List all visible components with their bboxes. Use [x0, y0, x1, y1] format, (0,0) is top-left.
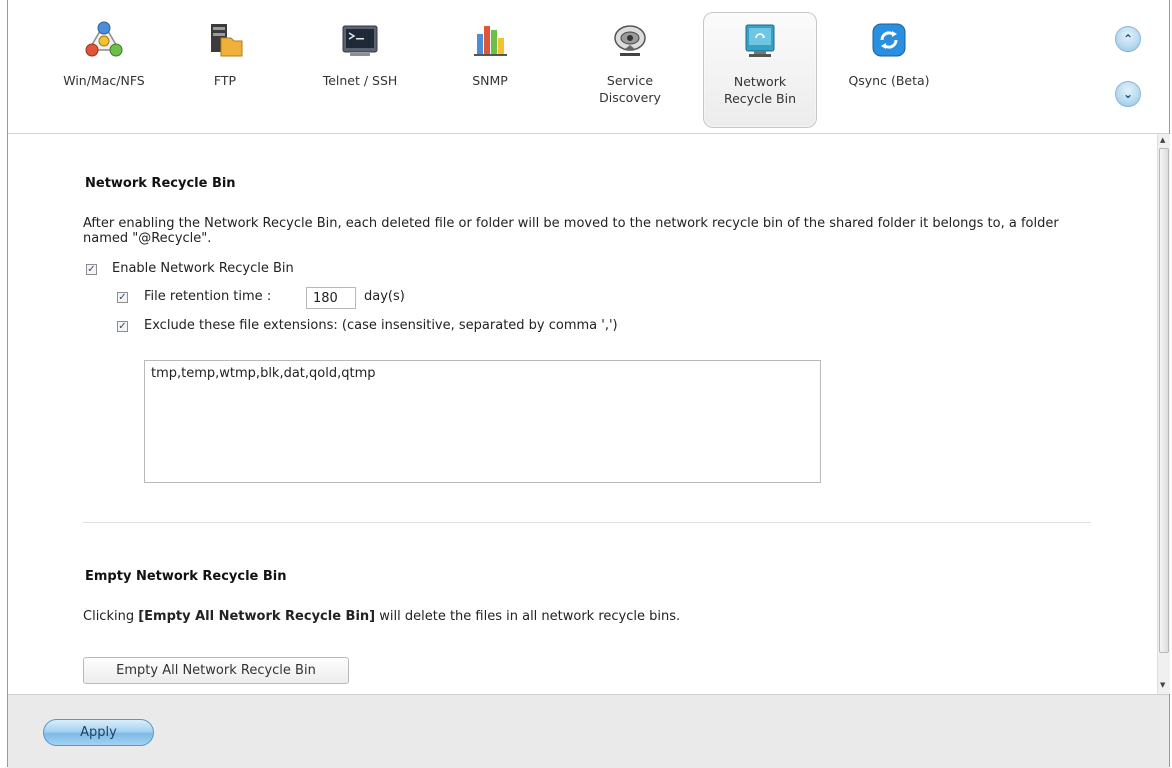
enable-recycle-bin-checkbox[interactable]: ✓ — [86, 264, 97, 275]
recycle-bin-icon — [740, 21, 780, 61]
excluded-extensions-textarea[interactable]: tmp,temp,wtmp,blk,dat,qold,qtmp — [144, 360, 821, 483]
footer-bar: Apply — [8, 694, 1169, 768]
recycle-description: After enabling the Network Recycle Bin, … — [83, 216, 1059, 246]
satellite-dish-icon — [610, 20, 650, 60]
chevron-up-icon[interactable]: ⌃ — [1115, 26, 1141, 52]
retention-days-input[interactable] — [306, 287, 356, 309]
tab-qsync[interactable]: Qsync (Beta) — [833, 12, 945, 128]
enable-recycle-bin-label: Enable Network Recycle Bin — [112, 261, 294, 276]
scroll-down-arrow-icon[interactable]: ▼ — [1160, 681, 1165, 689]
section-title-recycle-bin: Network Recycle Bin — [85, 176, 236, 191]
empty-desc-prefix: Clicking — [83, 609, 139, 624]
retention-time-checkbox[interactable]: ✓ — [117, 292, 128, 303]
tab-snmp[interactable]: SNMP — [434, 12, 546, 128]
terminal-icon — [340, 20, 380, 60]
tab-label: Telnet / SSH — [322, 73, 398, 88]
empty-desc-bold: [Empty All Network Recycle Bin] — [138, 609, 376, 624]
tab-label: Win/Mac/NFS — [63, 73, 145, 88]
sync-icon — [869, 20, 909, 60]
tab-label: Qsync (Beta) — [848, 73, 930, 88]
network-share-icon — [84, 20, 124, 60]
apply-button[interactable]: Apply — [43, 719, 154, 746]
empty-all-recycle-bin-button[interactable]: Empty All Network Recycle Bin — [83, 657, 349, 684]
chevron-down-icon[interactable]: ⌄ — [1115, 81, 1141, 107]
tab-service-discovery[interactable]: Service Discovery — [574, 12, 686, 128]
tab-telnet-ssh[interactable]: Telnet / SSH — [304, 12, 416, 128]
app-window: Win/Mac/NFS FTP Telnet / SSH SNMP Servic… — [7, 0, 1170, 768]
exclude-extensions-label: Exclude these file extensions: (case ins… — [144, 318, 618, 333]
ftp-folder-icon — [205, 20, 245, 60]
tab-label: FTP — [213, 73, 237, 88]
exclude-extensions-checkbox[interactable]: ✓ — [117, 321, 128, 332]
bar-chart-icon — [470, 20, 510, 60]
empty-description: Clicking [Empty All Network Recycle Bin]… — [83, 609, 1103, 624]
retention-unit-label: day(s) — [364, 289, 405, 304]
tab-label: Network Recycle Bin — [723, 74, 797, 106]
scroll-up-arrow-icon[interactable]: ▲ — [1160, 136, 1165, 144]
tab-network-recycle-bin[interactable]: Network Recycle Bin — [703, 12, 817, 128]
content-scrollbar[interactable]: ▲ ▼ — [1157, 134, 1170, 694]
scrollbar-thumb[interactable] — [1159, 148, 1169, 653]
tab-win-mac-nfs[interactable]: Win/Mac/NFS — [48, 12, 160, 128]
empty-desc-suffix: will delete the files in all network rec… — [375, 609, 681, 624]
tab-label: Service Discovery — [599, 73, 661, 105]
section-title-empty-recycle-bin: Empty Network Recycle Bin — [85, 569, 287, 584]
tab-ftp[interactable]: FTP — [169, 12, 281, 128]
retention-time-label: File retention time : — [144, 289, 272, 304]
tab-label: SNMP — [472, 73, 508, 88]
service-toolbar: Win/Mac/NFS FTP Telnet / SSH SNMP Servic… — [8, 0, 1169, 134]
section-divider — [83, 522, 1091, 523]
